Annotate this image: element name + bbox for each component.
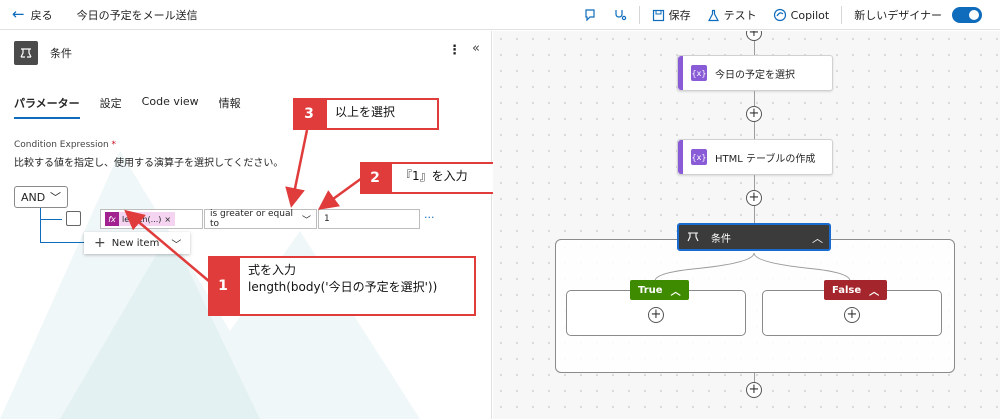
callout-arrow-3 [285,129,309,208]
callout-3-text: 以上を選択 [325,98,439,130]
add-step-button[interactable]: + [844,307,860,323]
callout-3-number: 3 [293,98,325,130]
callout-2-number: 2 [360,162,390,194]
callout-2-line: 『1』を入力 [400,169,468,183]
callout-arrow-1 [124,209,211,283]
callout-1-text: 式を入力 length(body('今日の予定を選択')) [238,256,476,316]
callout-1-line-2: length(body('今日の予定を選択')) [248,280,438,295]
add-step-button[interactable]: + [648,307,664,323]
branch-connectors [654,252,851,282]
false-branch-pill[interactable]: False ︿ [824,280,888,300]
callout-1-line-1: 式を入力 [248,263,297,277]
true-branch-pill[interactable]: True ︿ [630,280,689,300]
true-label: True [638,284,663,296]
add-step-button[interactable]: + [746,382,762,398]
callout-2-text: 『1』を入力 [390,162,500,194]
chevron-up-icon: ︿ [670,286,681,298]
flow-canvas[interactable]: + {x} 今日の予定を選択 + {x} HTML テーブルの作成 + 条件 ︿… [493,31,1000,419]
chevron-up-icon: ︿ [869,286,880,298]
callout-arrow-2 [317,176,363,210]
callout-3-line: 以上を選択 [335,105,396,119]
callout-1-number: 1 [208,256,238,316]
false-label: False [832,284,862,296]
